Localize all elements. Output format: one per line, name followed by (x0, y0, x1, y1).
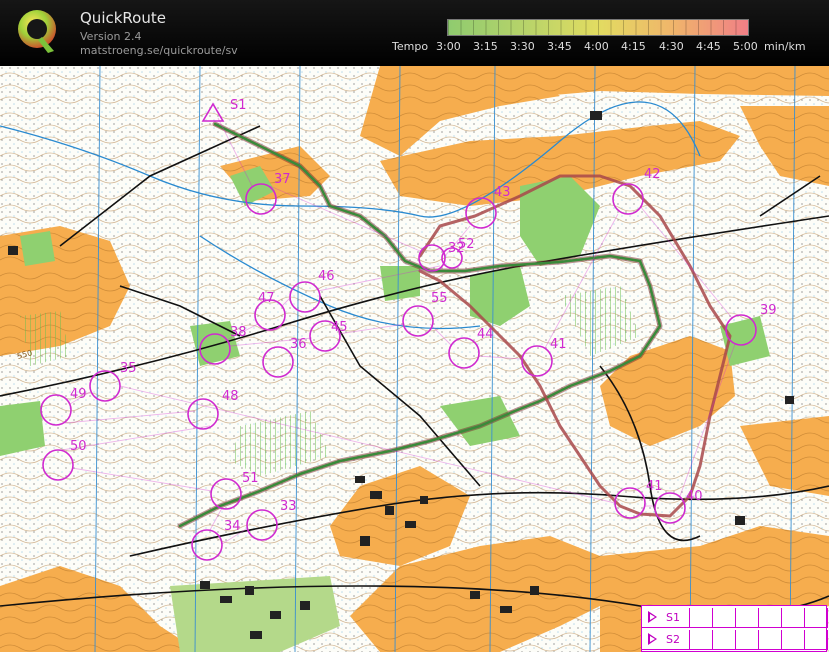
control-number: 37 (274, 172, 291, 187)
pace-unit: min/km (764, 40, 806, 53)
control-number: 40 (686, 489, 703, 504)
control-number: 44 (477, 327, 494, 342)
control-number: 38 (230, 325, 247, 340)
pace-tick: 3:45 (547, 40, 572, 53)
description-row: S1 (642, 608, 828, 628)
control-number: 35 (120, 361, 137, 376)
control-number: 41 (646, 479, 663, 494)
control-number: 55 (431, 291, 448, 306)
control-number: 36 (290, 337, 307, 352)
app-title: QuickRoute (80, 9, 166, 27)
app-version: Version 2.4 (80, 30, 142, 43)
pace-tick: 4:15 (621, 40, 646, 53)
orienteering-map[interactable]: 550 S1 37 43 32 46 47 52 38 45 55 36 44 … (0, 66, 829, 652)
pace-tick: 3:00 (436, 40, 461, 53)
control-number: 46 (318, 269, 335, 284)
pace-legend-label: Tempo (392, 40, 429, 53)
quickroute-viewer: QuickRoute Version 2.4 matstroeng.se/qui… (0, 0, 829, 652)
control-number: 33 (280, 499, 297, 514)
control-number: 42 (644, 167, 661, 182)
control-description-card: S1 S2 (641, 605, 828, 652)
pace-tick: 4:30 (659, 40, 684, 53)
pace-legend-colorbar (447, 19, 749, 36)
control-number: S1 (230, 98, 247, 113)
control-number: 48 (222, 389, 239, 404)
control-number: 43 (494, 185, 511, 200)
app-url: matstroeng.se/quickroute/sv (80, 44, 238, 57)
description-row: S2 (642, 630, 828, 650)
pace-tick: 4:00 (584, 40, 609, 53)
control-number: 52 (458, 237, 475, 252)
control-number: 50 (70, 439, 87, 454)
pace-tick: 5:00 (733, 40, 758, 53)
control-number: 34 (224, 519, 241, 534)
control-number: 45 (331, 320, 348, 335)
control-number: 49 (70, 387, 87, 402)
quickroute-logo-icon (18, 10, 56, 53)
pace-tick: 3:30 (510, 40, 535, 53)
pace-tick: 4:45 (696, 40, 721, 53)
header-bar: QuickRoute Version 2.4 matstroeng.se/qui… (0, 0, 829, 66)
pace-tick: 3:15 (473, 40, 498, 53)
control-number: 39 (760, 303, 777, 318)
control-number: 41 (550, 337, 567, 352)
control-number: 47 (258, 291, 275, 306)
control-number: 51 (242, 471, 259, 486)
